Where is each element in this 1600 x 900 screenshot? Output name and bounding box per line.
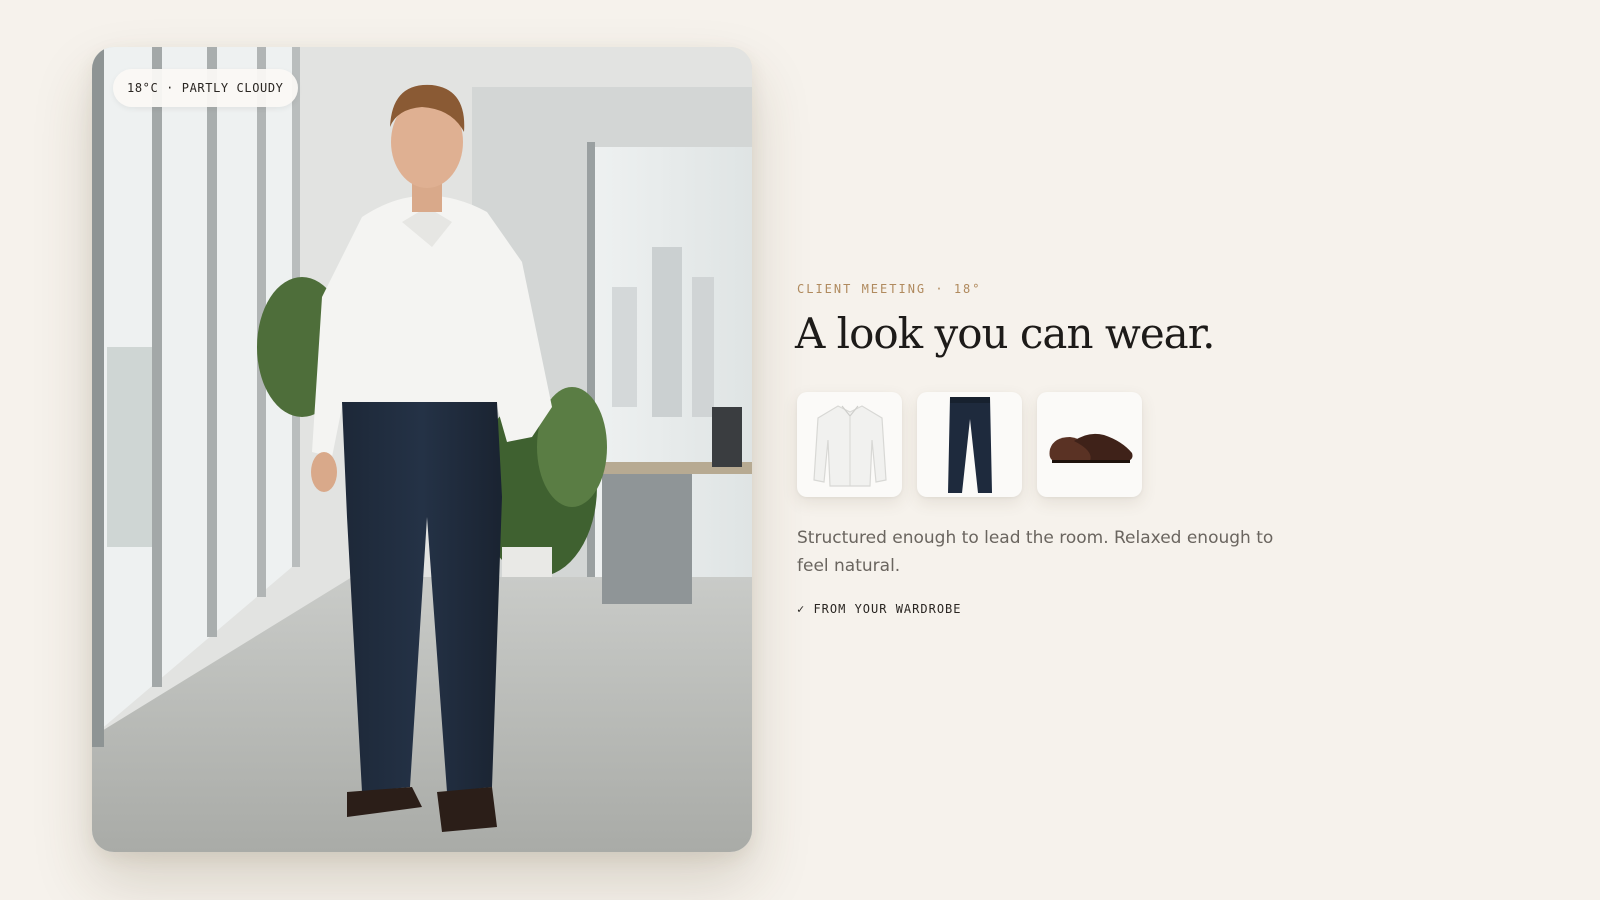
weather-badge: 18°C · PARTLY CLOUDY: [113, 69, 298, 107]
item-card-trousers[interactable]: [917, 392, 1022, 497]
trousers-icon: [947, 396, 992, 493]
office-scene-image: [92, 47, 752, 852]
item-card-shoes[interactable]: [1037, 392, 1142, 497]
loafers-icon: [1049, 433, 1132, 463]
outfit-photo: [92, 47, 752, 852]
outfit-items: [797, 392, 1142, 497]
page-title: A look you can wear.: [795, 309, 1216, 358]
occasion-label: CLIENT MEETING · 18°: [797, 282, 982, 296]
wardrobe-source-label: ✓ FROM YOUR WARDROBE: [797, 602, 962, 616]
outfit-description: Structured enough to lead the room. Rela…: [797, 528, 1274, 576]
shirt-icon: [812, 404, 887, 487]
item-card-shirt[interactable]: [797, 392, 902, 497]
